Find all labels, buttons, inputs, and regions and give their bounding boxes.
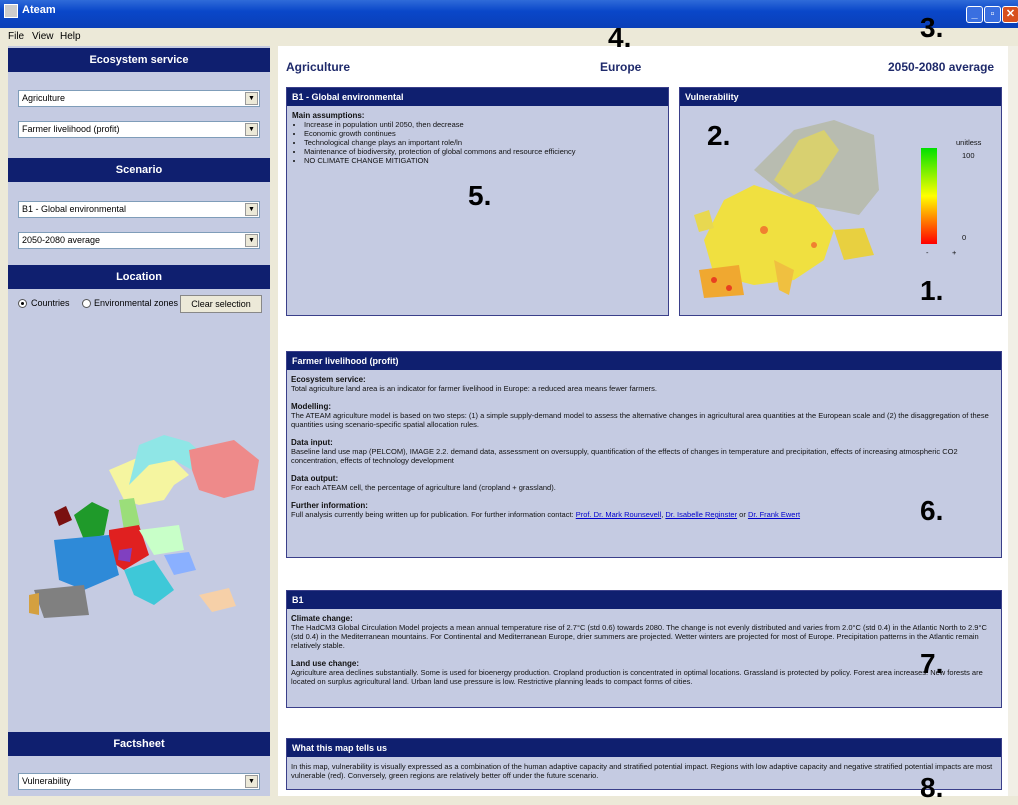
ecosystem-service-select[interactable]: Agriculture ▼ — [18, 90, 260, 107]
menu-file[interactable]: File — [8, 31, 24, 42]
header-service: Agriculture — [286, 60, 351, 74]
period-select[interactable]: 2050-2080 average ▼ — [18, 232, 260, 249]
legend-unit: unitless — [956, 138, 982, 147]
contact-link-rounsevell[interactable]: Prof. Dr. Mark Rounsevell — [576, 510, 661, 519]
panel-title: Vulnerability — [680, 88, 1001, 106]
scenario-select[interactable]: B1 - Global environmental ▼ — [18, 201, 260, 218]
legend-max: 100 — [962, 151, 975, 160]
link-separator: or — [739, 510, 746, 519]
annotation-label: 2. — [707, 120, 731, 151]
environmental-zones-radio-label[interactable]: Environmental zones — [94, 298, 178, 308]
close-button[interactable]: ✕ — [1002, 6, 1018, 23]
legend-minus: - — [926, 248, 929, 257]
assumption-item: Maintenance of biodiversity, protection … — [304, 147, 662, 156]
contact-link-ewert[interactable]: Dr. Frank Ewert — [748, 510, 800, 519]
environmental-zones-radio[interactable] — [82, 299, 91, 308]
legend-min: 0 — [962, 233, 967, 242]
scenario-description-panel: B1 Climate change: The HadCM3 Global Cir… — [286, 590, 1002, 708]
link-separator: , — [661, 510, 664, 519]
app-icon — [4, 4, 18, 18]
menu-bar — [0, 28, 1018, 44]
section-heading: Further information: — [291, 501, 368, 510]
panel-title: B1 — [287, 591, 1001, 609]
assumptions-heading: Main assumptions: — [292, 111, 365, 120]
section-heading: Ecosystem service: — [291, 375, 366, 384]
ecosystem-indicator-select[interactable]: Farmer livelihood (profit) ▼ — [18, 121, 260, 138]
menu-view[interactable]: View — [32, 31, 54, 42]
section-text: Full analysis currently being written up… — [291, 510, 574, 519]
section-heading: Modelling: — [291, 402, 331, 411]
clear-selection-button[interactable]: Clear selection — [180, 295, 262, 313]
chevron-down-icon[interactable]: ▼ — [245, 92, 258, 105]
assumption-item: NO CLIMATE CHANGE MITIGATION — [304, 156, 662, 165]
section-heading: Data output: — [291, 474, 339, 483]
section-text: In this map, vulnerability is visually e… — [291, 762, 993, 780]
country-selection-map[interactable] — [14, 430, 264, 620]
section-text: Agriculture area declines substantially.… — [291, 668, 983, 686]
factsheet-select[interactable]: Vulnerability ▼ — [18, 773, 260, 790]
menu-help[interactable]: Help — [60, 31, 81, 42]
contact-link-reginster[interactable]: Dr. Isabelle Reginster — [665, 510, 737, 519]
header-period: 2050-2080 average — [888, 60, 995, 74]
panel-title: B1 - Global environmental — [287, 88, 668, 106]
map-explanation-panel: What this map tells us In this map, vuln… — [286, 738, 1002, 790]
title-bar — [0, 0, 1018, 28]
annotation-label: 6. — [920, 495, 944, 526]
chevron-down-icon[interactable]: ▼ — [245, 123, 258, 136]
annotation-label: 1. — [920, 275, 944, 306]
assumption-item: Technological change plays an important … — [304, 138, 662, 147]
section-text: Total agriculture land area is an indica… — [291, 384, 658, 393]
section-text: For each ATEAM cell, the percentage of a… — [291, 483, 556, 492]
section-text: Baseline land use map (PELCOM), IMAGE 2.… — [291, 447, 958, 465]
annotation-label: 7. — [920, 648, 944, 679]
section-heading: Data input: — [291, 438, 333, 447]
annotation-label: 8. — [920, 772, 944, 803]
panel-title: Farmer livelihood (profit) — [287, 352, 1001, 370]
annotation-label: 3. — [920, 12, 944, 43]
legend-color-bar — [921, 148, 937, 244]
section-text: The HadCM3 Global Circulation Model proj… — [291, 623, 987, 650]
assumption-item: Increase in population until 2050, then … — [304, 120, 662, 129]
annotation-label: 5. — [468, 180, 492, 211]
panel-title: What this map tells us — [287, 739, 1001, 757]
section-text: The ATEAM agriculture model is based on … — [291, 411, 989, 429]
countries-radio[interactable] — [18, 299, 27, 308]
scenario-header: Scenario — [8, 158, 270, 182]
section-heading: Climate change: — [291, 614, 353, 623]
indicator-description-panel: Farmer livelihood (profit) Ecosystem ser… — [286, 351, 1002, 558]
ecosystem-service-header: Ecosystem service — [8, 48, 270, 72]
countries-radio-label[interactable]: Countries — [31, 298, 70, 308]
chevron-down-icon[interactable]: ▼ — [245, 775, 258, 788]
annotation-label: 4. — [608, 22, 632, 53]
legend-plus: + — [952, 248, 957, 257]
maximize-button[interactable]: ▫ — [984, 6, 1001, 23]
chevron-down-icon[interactable]: ▼ — [245, 234, 258, 247]
window-title: Ateam — [22, 4, 56, 16]
minimize-button[interactable]: _ — [966, 6, 983, 23]
vertical-scrollbar[interactable] — [1008, 46, 1018, 796]
section-heading: Land use change: — [291, 659, 360, 668]
factsheet-header: Factsheet — [8, 732, 270, 756]
location-header: Location — [8, 265, 270, 289]
assumption-item: Economic growth continues — [304, 129, 662, 138]
header-region: Europe — [600, 60, 642, 74]
chevron-down-icon[interactable]: ▼ — [245, 203, 258, 216]
